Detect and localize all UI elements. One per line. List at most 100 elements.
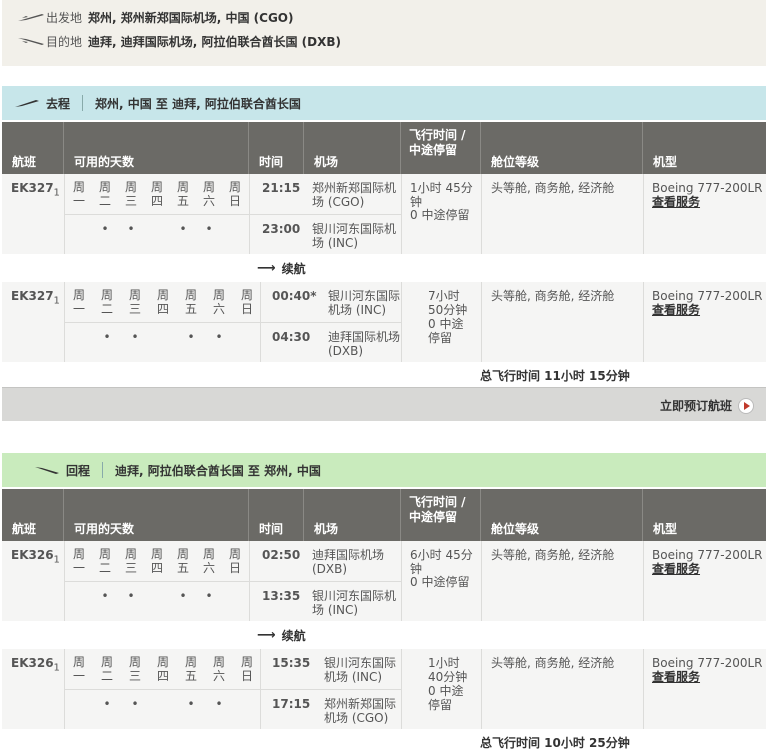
day-thu: 周四 [150,547,163,575]
arrival-time: 13:35 [262,589,301,603]
col-duration: 飞行时间 / 中途停留 [401,489,481,541]
flight-row: EK3271 周一 周二 周三 周四 周五 周六 周日 • • • • 21:1… [2,174,766,254]
day-dot: • [127,222,135,236]
day-sat: 周六 [202,180,215,208]
day-wed: 周三 [124,180,137,208]
flight-number: EK3271 [11,289,60,307]
stops: 0 中途停留 [428,317,464,345]
trip-summary: 出发地 郑州, 郑州新郑国际机场, 中国 (CGO) 目的地 迪拜, 迪拜国际机… [2,0,766,66]
day-wed: 周三 [128,655,141,683]
day-sun: 周日 [240,655,253,683]
arrow-right-icon: ⟶ [257,628,276,643]
col-airport: 机场 [304,122,401,174]
day-mon: 周一 [72,180,85,208]
departure-airport: 迪拜国际机场 (DXB) [312,548,385,576]
day-mon: 周一 [72,655,85,683]
view-service-link[interactable]: 查看服务 [652,195,700,209]
flight-duration: 6小时 45分钟 [410,548,473,576]
arrow-right-icon: ⟶ [257,261,276,276]
arrival-airport: 迪拜国际机场 (DXB) [328,330,401,358]
col-time: 时间 [249,489,304,541]
book-bar: 立即预订航班 [2,387,766,421]
flight-row: EK3261 周一 周二 周三 周四 周五 周六 周日 • • • • 02:5… [2,541,766,621]
arrival-airport: 银川河东国际机场 (INC) [312,222,397,250]
day-dot: • [179,589,187,603]
return-direction: 回程 [66,463,91,478]
col-flight: 航班 [2,489,64,541]
day-thu: 周四 [156,655,169,683]
aircraft-type: Boeing 777-200LR [652,548,763,562]
continue-label: ⟶ 续航 [257,628,306,643]
flight-duration: 7小时 50分钟 [428,289,468,317]
flight-number: EK3261 [11,548,60,566]
book-flight-button[interactable]: 立即预订航班 [660,397,754,414]
departure-time: 00:40* [272,289,317,303]
col-days: 可用的天数 [64,122,249,174]
return-table-header: 航班 可用的天数 时间 机场 飞行时间 / 中途停留 舱位等级 机型 [2,489,766,541]
departure-airport: 银川河东国际机场 (INC) [328,289,401,317]
stops: 0 中途停留 [410,575,470,589]
day-thu: 周四 [150,180,163,208]
day-dot: • [205,222,213,236]
day-dot: • [179,222,187,236]
view-service-link[interactable]: 查看服务 [652,562,700,576]
outbound-table-header: 航班 可用的天数 时间 机场 飞行时间 / 中途停留 舱位等级 机型 [2,122,766,174]
day-fri: 周五 [176,180,189,208]
day-dot: • [187,330,195,344]
divider [102,462,104,478]
departure-time: 21:15 [262,181,301,195]
day-sun: 周日 [228,180,241,208]
origin-row: 出发地 郑州, 郑州新郑国际机场, 中国 (CGO) [16,8,294,26]
outbound-route: 郑州, 中国 至 迪拜, 阿拉伯联合酋长国 [95,96,301,111]
day-dot: • [215,330,223,344]
arrival-airport: 郑州新郑国际机场 (CGO) [324,697,397,725]
flight-number: EK3271 [11,181,60,199]
play-arrow-icon [738,397,754,414]
arrival-time: 17:15 [272,697,311,711]
day-sat: 周六 [202,547,215,575]
day-sat: 周六 [212,288,225,316]
divider [82,95,84,111]
flight-duration: 1小时 40分钟 [428,656,468,684]
day-sun: 周日 [240,288,253,316]
view-service-link[interactable]: 查看服务 [652,670,700,684]
aircraft-type: Boeing 777-200LR [652,656,763,670]
day-wed: 周三 [124,547,137,575]
col-days: 可用的天数 [64,489,249,541]
stops: 0 中途停留 [428,684,464,712]
day-mon: 周一 [72,288,85,316]
view-service-link[interactable]: 查看服务 [652,303,700,317]
col-duration: 飞行时间 / 中途停留 [401,122,481,174]
col-cabin: 舱位等级 [481,489,643,541]
col-time: 时间 [249,122,304,174]
return-header: 回程 迪拜, 阿拉伯联合酋长国 至 郑州, 中国 [2,453,766,487]
day-dot: • [101,222,109,236]
day-dot: • [187,697,195,711]
origin-label: 出发地 [46,10,83,25]
flight-number: EK3261 [11,656,60,674]
cabin-classes: 头等舱, 商务舱, 经济舱 [491,656,615,670]
col-airport: 机场 [304,489,401,541]
departure-time: 02:50 [262,548,301,562]
day-dot: • [215,697,223,711]
day-tue: 周二 [100,288,113,316]
day-dot: • [127,589,135,603]
arrival-airport: 银川河东国际机场 (INC) [312,589,397,617]
col-cabin: 舱位等级 [481,122,643,174]
flight-row: EK3261 周一 周二 周三 周四 周五 周六 周日 • • • • 15:3… [2,649,766,729]
aircraft-type: Boeing 777-200LR [652,289,763,303]
day-tue: 周二 [98,547,111,575]
day-dot: • [205,589,213,603]
cabin-classes: 头等舱, 商务舱, 经济舱 [491,181,615,195]
day-thu: 周四 [156,288,169,316]
day-sat: 周六 [212,655,225,683]
day-dot: • [131,330,139,344]
day-dot: • [131,697,139,711]
destination-label: 目的地 [46,34,83,49]
departure-airport: 银川河东国际机场 (INC) [324,656,397,684]
destination-value: 迪拜, 迪拜国际机场, 阿拉伯联合酋长国 (DXB) [88,34,341,49]
aircraft-type: Boeing 777-200LR [652,181,763,195]
plane-landing-icon [35,467,59,474]
day-dot: • [103,330,111,344]
cabin-classes: 头等舱, 商务舱, 经济舱 [491,548,615,562]
